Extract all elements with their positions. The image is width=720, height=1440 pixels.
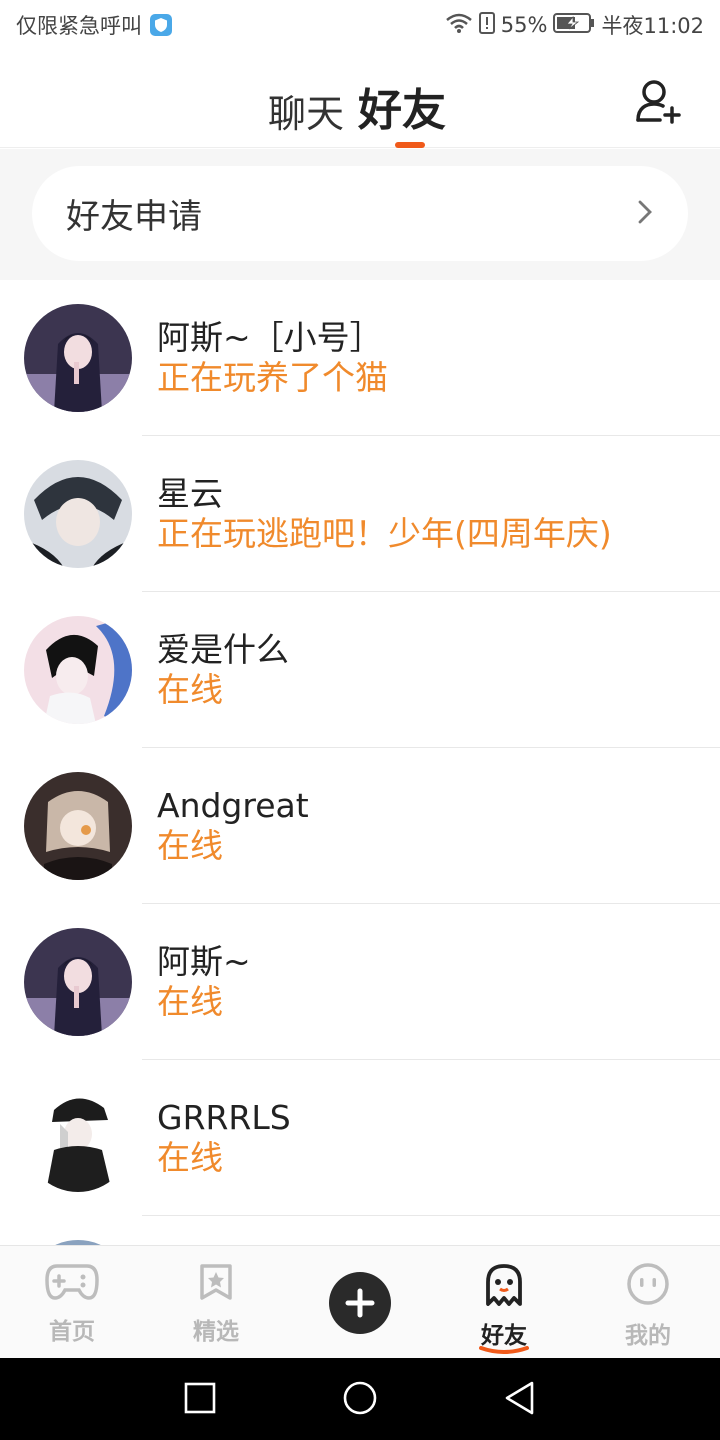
nav-me[interactable]: 我的: [598, 1262, 698, 1350]
ghost-icon: [482, 1264, 526, 1310]
nav-friends-label: 好友: [481, 1323, 527, 1349]
header: 聊天 好友: [0, 50, 720, 148]
tab-chat[interactable]: 聊天: [268, 83, 344, 138]
gamepad-icon: [45, 1264, 99, 1306]
friend-name: 阿斯~: [157, 942, 251, 981]
friend-status: 在线: [157, 670, 223, 709]
top-tabs: 聊天 好友: [268, 74, 446, 138]
battery-icon: [553, 12, 595, 38]
status-left: 仅限紧急呼叫: [16, 10, 172, 40]
avatar: [24, 928, 132, 1036]
friend-item[interactable]: GRRRLS 在线: [0, 1060, 720, 1216]
friend-item[interactable]: 阿斯~［小号］ 正在玩养了个猫: [0, 280, 720, 436]
sim-alert-icon: [478, 11, 495, 39]
friend-list: 阿斯~［小号］ 正在玩养了个猫 星云 正在玩逃跑吧！少年(四周年庆) 爱是什么 …: [0, 280, 720, 1245]
friend-text: 爱是什么 在线: [157, 630, 289, 710]
friend-name: GRRRLS: [157, 1098, 291, 1137]
friend-request-button[interactable]: 好友申请: [32, 166, 688, 261]
friend-text: 阿斯~［小号］ 正在玩养了个猫: [157, 318, 388, 398]
bottom-nav: 首页 精选 好友 我的: [0, 1245, 720, 1358]
friend-text: GRRRLS 在线: [157, 1098, 291, 1178]
avatar: [24, 616, 132, 724]
shield-icon: [150, 14, 172, 36]
nav-friends[interactable]: 好友: [454, 1262, 554, 1354]
back-icon[interactable]: [502, 1380, 538, 1416]
friend-name: 爱是什么: [157, 630, 289, 669]
plus-icon: [329, 1288, 391, 1338]
home-icon[interactable]: [342, 1380, 378, 1416]
star-bookmark-icon: [196, 1264, 236, 1306]
emergency-call-text: 仅限紧急呼叫: [16, 14, 142, 38]
friend-text: Andgreat 在线: [157, 786, 309, 866]
add-friend-icon[interactable]: [632, 76, 684, 128]
friend-item[interactable]: 星云 正在玩逃跑吧！少年(四周年庆): [0, 436, 720, 592]
nav-featured[interactable]: 精选: [166, 1262, 266, 1346]
friend-item[interactable]: Andgreat 在线: [0, 748, 720, 904]
friend-text: 阿斯~ 在线: [157, 942, 251, 1022]
friend-text: 星云 正在玩逃跑吧！少年(四周年庆): [157, 474, 612, 554]
friend-request-section: 好友申请: [0, 149, 720, 280]
avatar: [24, 1084, 132, 1192]
create-button[interactable]: [329, 1272, 391, 1334]
tab-friends[interactable]: 好友: [358, 74, 446, 138]
wifi-icon: [445, 12, 473, 39]
avatar: [24, 460, 132, 568]
face-icon: [626, 1263, 670, 1310]
avatar: [24, 304, 132, 412]
friend-name: Andgreat: [157, 786, 309, 825]
clock: 半夜11:02: [601, 14, 704, 38]
status-bar: 仅限紧急呼叫 55% 半夜11:02: [0, 0, 720, 50]
system-nav-bar: [0, 1358, 720, 1440]
friend-item[interactable]: [0, 1216, 720, 1245]
chevron-right-icon: [636, 198, 654, 230]
nav-featured-label: 精选: [193, 1319, 239, 1345]
friend-status: 在线: [157, 982, 223, 1021]
nav-home-label: 首页: [49, 1319, 95, 1345]
status-right: 55% 半夜11:02: [445, 10, 704, 40]
recents-icon[interactable]: [182, 1380, 218, 1416]
friend-request-label: 好友申请: [66, 197, 202, 237]
battery-percent: 55%: [500, 13, 548, 37]
avatar: [24, 772, 132, 880]
nav-home[interactable]: 首页: [22, 1262, 122, 1346]
nav-me-label: 我的: [625, 1323, 671, 1349]
friend-name: 星云: [157, 474, 223, 513]
friend-status: 在线: [157, 1138, 223, 1177]
friend-name: 阿斯~［小号］: [157, 318, 383, 357]
friend-item[interactable]: 阿斯~ 在线: [0, 904, 720, 1060]
friend-status: 在线: [157, 826, 223, 865]
friend-item[interactable]: 爱是什么 在线: [0, 592, 720, 748]
friend-status: 正在玩养了个猫: [157, 358, 388, 397]
active-tab-indicator: [395, 142, 425, 148]
friend-status: 正在玩逃跑吧！少年(四周年庆): [157, 514, 612, 553]
